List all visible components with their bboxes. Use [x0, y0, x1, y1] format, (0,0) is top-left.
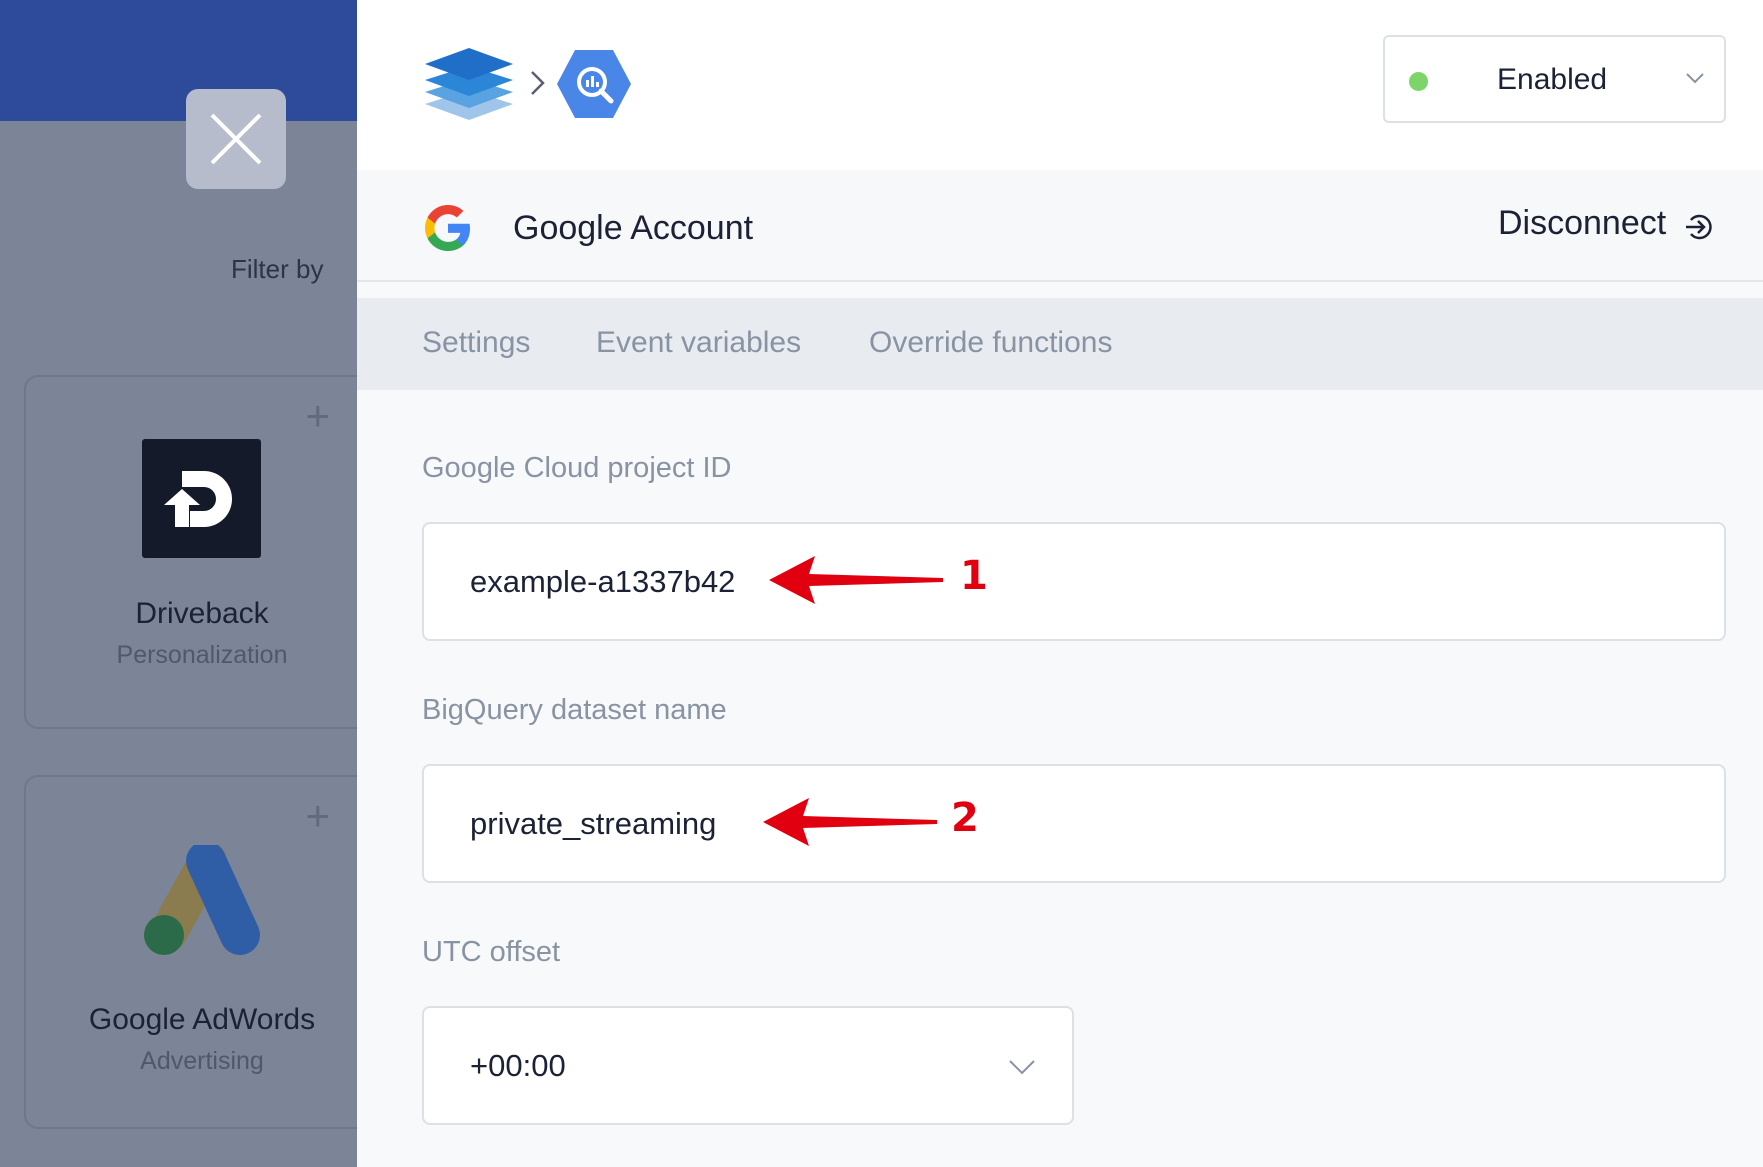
- panel-header: Enabled: [357, 0, 1763, 170]
- tab-bar: Settings Event variables Override functi…: [357, 298, 1763, 390]
- google-account-label: Google Account: [513, 209, 754, 247]
- logout-icon: [1686, 214, 1712, 239]
- integration-card-driveback[interactable]: + Driveback Personalization: [24, 375, 357, 729]
- project-id-input[interactable]: example-a1337b42: [422, 522, 1726, 641]
- status-label: Enabled: [1497, 63, 1608, 96]
- card-name: Google AdWords: [88, 1003, 316, 1036]
- annotation-arrow-2: [763, 798, 937, 846]
- integration-panel: Enabled Google Account Disconnect Settin…: [357, 0, 1763, 1167]
- tab-event-variables[interactable]: Event variables: [596, 326, 801, 360]
- chevron-down-icon: [1009, 1060, 1035, 1075]
- annotation-number-1: 1: [960, 553, 988, 599]
- integration-card-google-adwords[interactable]: + Google AdWords Advertising: [24, 775, 357, 1129]
- background-topbar: [0, 0, 357, 121]
- background-overlay: Filter by + Driveback Personalization + …: [0, 0, 357, 1167]
- google-account-row: Google Account Disconnect: [357, 170, 1763, 282]
- google-icon: [422, 202, 474, 259]
- utc-offset-label: UTC offset: [422, 936, 561, 968]
- bigquery-icon: [555, 48, 633, 125]
- chevron-down-icon: [1686, 73, 1704, 84]
- close-icon: [210, 113, 262, 165]
- project-id-label: Google Cloud project ID: [422, 452, 732, 484]
- dataset-name-label: BigQuery dataset name: [422, 694, 727, 726]
- tab-override-functions[interactable]: Override functions: [869, 326, 1112, 360]
- close-button[interactable]: [186, 89, 286, 189]
- dataset-name-input[interactable]: private_streaming: [422, 764, 1726, 883]
- card-name: Driveback: [135, 597, 269, 630]
- layers-icon: [423, 46, 515, 127]
- chevron-right-icon: [527, 66, 549, 109]
- add-icon[interactable]: +: [305, 395, 330, 437]
- google-adwords-logo: [138, 841, 268, 962]
- utc-offset-value: +00:00: [470, 1048, 566, 1083]
- project-id-value: example-a1337b42: [470, 564, 736, 599]
- card-category: Advertising: [140, 1047, 264, 1075]
- add-icon[interactable]: +: [305, 795, 330, 837]
- filter-label: Filter by: [231, 254, 324, 284]
- status-dot: [1409, 72, 1428, 91]
- card-category: Personalization: [116, 641, 288, 669]
- annotation-number-2: 2: [951, 795, 979, 841]
- driveback-logo: [142, 439, 261, 558]
- utc-offset-select[interactable]: +00:00: [422, 1006, 1074, 1125]
- disconnect-label: Disconnect: [1498, 204, 1667, 242]
- tab-settings[interactable]: Settings: [422, 326, 530, 360]
- annotation-arrow-1: [769, 556, 943, 604]
- dataset-name-value: private_streaming: [470, 806, 717, 841]
- status-select[interactable]: Enabled: [1383, 35, 1726, 123]
- disconnect-button[interactable]: Disconnect: [1498, 204, 1714, 243]
